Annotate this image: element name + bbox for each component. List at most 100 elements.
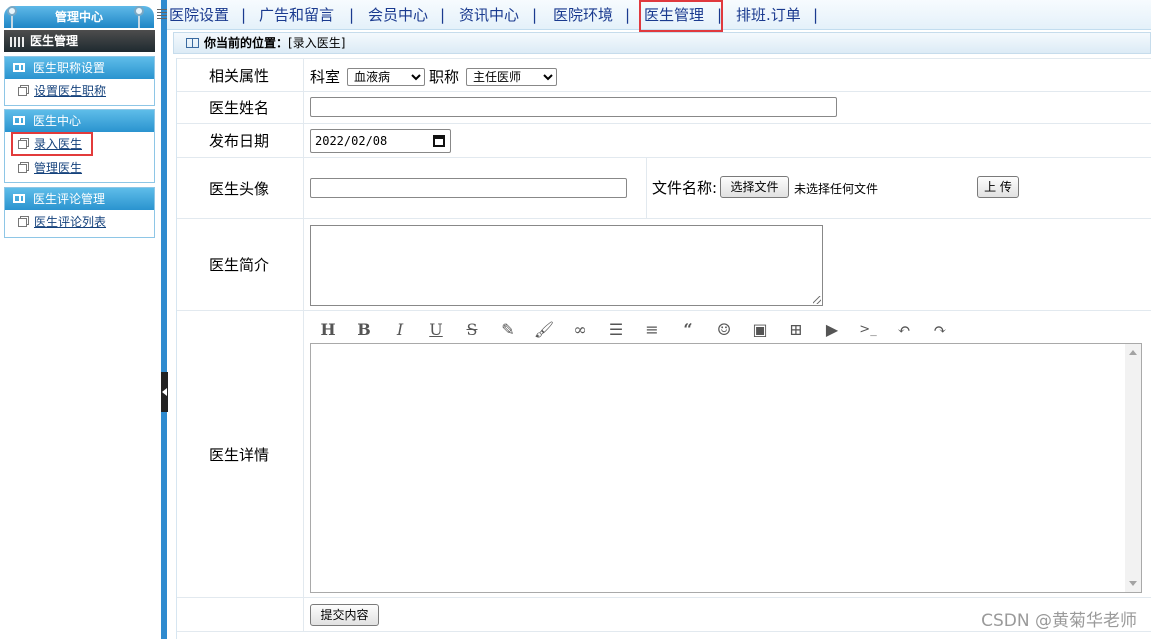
page-icon	[18, 218, 27, 227]
nav-hospital-environment[interactable]: 医院环境	[553, 4, 613, 26]
attributes-label: 相关属性	[177, 59, 304, 91]
pin-icon	[7, 6, 19, 28]
highlight-icon[interactable]: ✎	[496, 319, 520, 341]
sidebar-group-header[interactable]: 医生中心	[5, 110, 154, 132]
sidebar-section-header: 医生管理	[4, 30, 155, 52]
sidebar-item-manage-doctor[interactable]: 管理医生	[5, 156, 154, 180]
book-icon	[13, 63, 25, 72]
publish-date-field: 2022/02/08	[304, 124, 1151, 157]
book-icon	[13, 116, 25, 125]
choose-file-button[interactable]: 选择文件	[720, 176, 789, 198]
nav-separator: |	[532, 6, 538, 24]
sidebar-item-label: 医生评论列表	[34, 215, 107, 229]
job-title-label: 职称	[429, 68, 460, 86]
cell-divider	[646, 158, 647, 219]
form-row-avatar: 医生头像 文件名称: 选择文件 未选择任何文件 上 传	[177, 158, 1151, 219]
italic-icon[interactable]: I	[388, 319, 412, 341]
upload-button[interactable]: 上 传	[977, 176, 1019, 198]
submit-button[interactable]: 提交内容	[310, 604, 379, 626]
sidebar-item-review-list[interactable]: 医生评论列表	[5, 210, 154, 234]
sidebar-group-label: 医生职称设置	[33, 61, 106, 75]
doctor-name-input[interactable]	[310, 97, 837, 117]
avatar-path-input[interactable]	[310, 178, 627, 198]
bulleted-list-icon[interactable]: ☰	[604, 319, 628, 341]
sidebar-group-label: 医生中心	[33, 114, 82, 128]
video-icon[interactable]: ▶	[820, 319, 844, 341]
sidebar-group-header[interactable]: 医生评论管理	[5, 188, 154, 210]
bold-icon[interactable]: B	[352, 319, 376, 341]
intro-textarea[interactable]	[310, 225, 823, 306]
editor-scrollbar[interactable]	[1125, 344, 1141, 592]
calendar-icon[interactable]	[433, 135, 445, 147]
sidebar-item-label: 管理医生	[34, 161, 83, 175]
book-icon	[186, 38, 199, 48]
sidebar-group-label: 医生评论管理	[33, 192, 106, 206]
watermark: CSDN @黄菊华老师	[981, 611, 1137, 631]
intro-field	[304, 219, 1151, 310]
top-nav: 医院设置 | 广告和留言 | 会员中心 | 资讯中心 | 医院环境 | 医生管理…	[157, 0, 1151, 32]
sidebar-item-label: 设置医生职称	[34, 84, 107, 98]
nav-separator: |	[813, 6, 819, 24]
detail-editor[interactable]	[310, 343, 1142, 593]
department-select[interactable]: 血液病	[347, 68, 425, 86]
doctor-name-field	[304, 92, 1151, 123]
nav-news-center[interactable]: 资讯中心	[459, 4, 519, 26]
submit-label-cell	[177, 598, 304, 631]
nav-schedule-orders[interactable]: 排班.订单	[736, 4, 801, 26]
intro-label: 医生简介	[177, 219, 304, 310]
redo-icon[interactable]: ↷	[928, 319, 952, 341]
nav-separator: |	[241, 6, 247, 24]
nav-separator: |	[440, 6, 446, 24]
nav-member-center[interactable]: 会员中心	[368, 4, 428, 26]
quote-icon[interactable]: “	[676, 319, 700, 341]
undo-icon[interactable]: ↶	[892, 319, 916, 341]
pin-icon	[134, 6, 146, 28]
heading-icon[interactable]: H	[316, 319, 340, 341]
code-icon[interactable]: >_	[856, 319, 880, 341]
nav-separator: |	[349, 6, 355, 24]
resize-grip-icon[interactable]	[813, 296, 821, 304]
sidebar-group-reviews: 医生评论管理 医生评论列表	[4, 187, 155, 238]
splitter[interactable]	[161, 0, 167, 639]
emoji-icon[interactable]: ☺	[712, 319, 736, 341]
form-row-date: 发布日期 2022/02/08	[177, 124, 1151, 158]
publish-date-input[interactable]: 2022/02/08	[310, 129, 451, 153]
strikethrough-icon[interactable]: S	[460, 319, 484, 341]
book-icon	[13, 194, 25, 203]
nav-hospital-settings[interactable]: 医院设置	[169, 4, 229, 26]
sidebar-group-title-settings: 医生职称设置 设置医生职称	[4, 56, 155, 106]
job-title-select[interactable]: 主任医师	[466, 68, 557, 86]
nav-active-highlight	[639, 0, 723, 32]
table-icon[interactable]: ⊞	[784, 319, 808, 341]
sidebar-group-header[interactable]: 医生职称设置	[5, 57, 154, 79]
sidebar: 管理中心 医生管理 医生职称设置 设置医生职称 医生中心 录入医生 管理医生 医…	[0, 0, 160, 639]
underline-icon[interactable]: U	[424, 319, 448, 341]
menu-icon	[157, 9, 167, 19]
form-row-detail: 医生详情 H B I U S ✎ 🖌 ∞ ☰ ≡ “ ☺ ▣ ⊞ ▶ >_ ↶ …	[177, 311, 1151, 598]
brush-icon[interactable]: 🖌	[532, 319, 556, 341]
publish-date-label: 发布日期	[177, 124, 304, 157]
form-row-intro: 医生简介	[177, 219, 1151, 311]
breadcrumb: 你当前的位置：[录入医生]	[173, 32, 1151, 54]
page-icon	[18, 140, 27, 149]
nav-separator: |	[625, 6, 631, 24]
publish-date-value: 2022/02/08	[315, 134, 388, 148]
file-name-label: 文件名称:	[652, 179, 718, 197]
avatar-field: 文件名称: 选择文件 未选择任何文件 上 传	[304, 158, 1151, 219]
sidebar-item-add-doctor[interactable]: 录入医生	[11, 132, 93, 156]
collapse-left-icon[interactable]	[161, 372, 168, 412]
sidebar-section-label: 医生管理	[30, 34, 79, 48]
sidebar-item-set-title[interactable]: 设置医生职称	[5, 79, 154, 103]
grid-icon	[10, 37, 24, 47]
link-icon[interactable]: ∞	[568, 319, 592, 341]
detail-label: 医生详情	[177, 311, 304, 597]
form-row-name: 医生姓名	[177, 92, 1151, 124]
detail-field: H B I U S ✎ 🖌 ∞ ☰ ≡ “ ☺ ▣ ⊞ ▶ >_ ↶ ↷	[304, 311, 1151, 597]
attributes-field: 科室 血液病 职称 主任医师	[304, 59, 1151, 91]
align-icon[interactable]: ≡	[640, 319, 664, 341]
page-icon	[18, 164, 27, 173]
nav-ads-messages[interactable]: 广告和留言	[259, 4, 334, 26]
image-icon[interactable]: ▣	[748, 319, 772, 341]
department-label: 科室	[310, 68, 341, 86]
no-file-text: 未选择任何文件	[794, 182, 879, 196]
